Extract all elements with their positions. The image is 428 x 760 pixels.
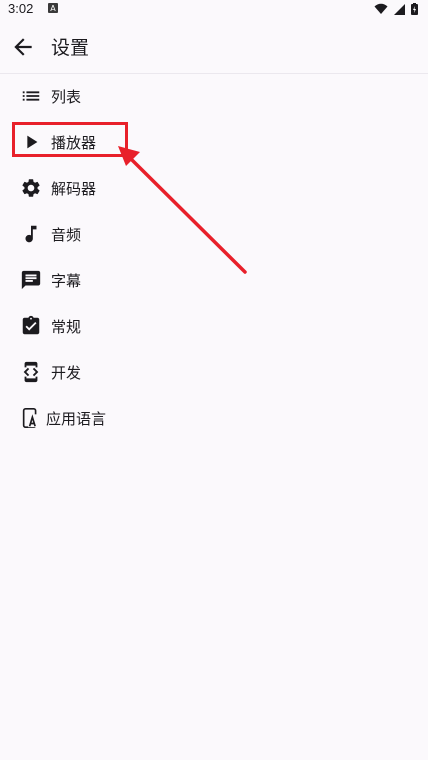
svg-text:A: A <box>50 4 56 13</box>
clipboard-check-icon <box>22 315 40 335</box>
developer-mode-icon <box>23 361 39 383</box>
battery-icon <box>411 3 418 15</box>
menu-item-label: 字幕 <box>51 272 82 290</box>
menu-item-developer[interactable]: 开发 <box>0 350 428 396</box>
status-bar: 3:02 A <box>0 0 428 18</box>
menu-item-label: 常规 <box>51 318 82 336</box>
menu-item-audio[interactable]: 音频 <box>0 212 428 258</box>
music-note-icon <box>25 225 37 243</box>
gear-icon <box>22 179 40 197</box>
wifi-icon <box>374 3 388 14</box>
phone-language-icon <box>22 408 38 428</box>
menu-item-label: 解码器 <box>51 180 97 198</box>
status-icons <box>374 3 418 15</box>
menu-item-label: 开发 <box>51 364 82 382</box>
menu-item-label: 应用语言 <box>46 410 107 428</box>
list-icon <box>22 91 40 101</box>
menu-item-subtitles[interactable]: 字幕 <box>0 258 428 304</box>
menu-item-label: 列表 <box>51 88 82 106</box>
app-bar: 设置 <box>0 18 428 74</box>
menu-item-label: 音频 <box>51 226 82 244</box>
menu-item-decoder[interactable]: 解码器 <box>0 166 428 212</box>
status-time: 3:02 <box>8 1 34 16</box>
notification-icon: A <box>48 3 58 13</box>
subtitles-icon <box>21 270 41 290</box>
menu-item-list[interactable]: 列表 <box>0 74 428 120</box>
annotation-highlight-box <box>12 122 128 157</box>
menu-item-app-language[interactable]: 应用语言 <box>0 396 428 442</box>
signal-icon <box>394 3 405 15</box>
back-arrow-icon[interactable] <box>10 34 36 60</box>
page-title: 设置 <box>51 37 90 59</box>
menu-item-general[interactable]: 常规 <box>0 304 428 350</box>
